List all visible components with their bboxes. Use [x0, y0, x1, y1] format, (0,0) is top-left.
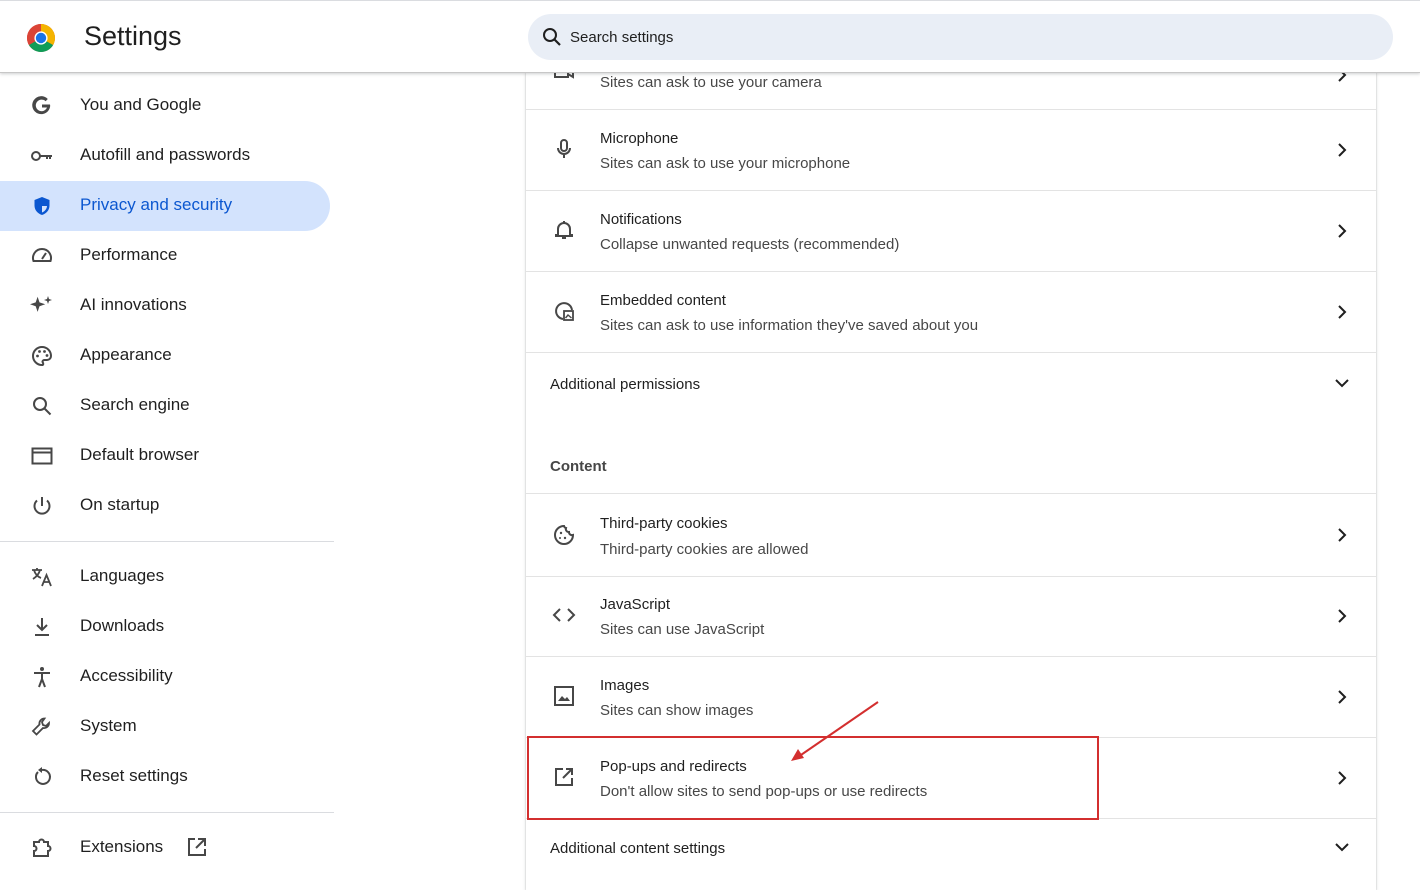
sidebar-item-you-and-google[interactable]: You and Google [0, 81, 330, 131]
external-link-icon [552, 765, 576, 789]
sidebar-item-label: AI innovations [80, 295, 187, 314]
image-icon [552, 684, 576, 708]
javascript-title: JavaScript [600, 596, 671, 613]
sidebar-divider [0, 812, 334, 813]
sidebar-item-privacy[interactable]: Privacy and security [0, 181, 330, 231]
sidebar-item-downloads[interactable]: Downloads [0, 602, 330, 652]
sidebar-item-label: Performance [80, 245, 178, 264]
header: Settings [0, 0, 1420, 73]
additional-permissions-label: Additional permissions [550, 376, 701, 393]
chevron-right-icon [1334, 689, 1350, 705]
sidebar-item-system[interactable]: System [0, 702, 330, 752]
bell-icon [552, 218, 576, 242]
sidebar-item-label: Search engine [80, 395, 190, 414]
wrench-icon [30, 715, 54, 739]
app-title: Settings [84, 21, 182, 51]
chevron-right-icon [1334, 223, 1350, 239]
additional-permissions-row[interactable]: Additional permissions [526, 352, 1376, 416]
chevron-down-icon [1334, 375, 1350, 391]
sidebar-item-label: Languages [80, 566, 165, 585]
sidebar-item-ai-innovations[interactable]: AI innovations [0, 281, 330, 331]
javascript-subtitle: Sites can use JavaScript [600, 621, 765, 638]
sidebar-item-label: On startup [80, 495, 160, 514]
sidebar-item-appearance[interactable]: Appearance [0, 331, 330, 381]
embedded-content-title: Embedded content [600, 292, 726, 309]
sidebar-item-extensions[interactable]: Extensions [0, 823, 330, 873]
embedded-content-subtitle: Sites can ask to use information they've… [600, 317, 979, 334]
power-icon [30, 494, 54, 518]
notifications-row[interactable]: Notifications Collapse unwanted requests… [526, 190, 1376, 272]
microphone-row[interactable]: Microphone Sites can ask to use your mic… [526, 109, 1376, 191]
additional-content-settings-label: Additional content settings [550, 840, 726, 857]
sidebar-item-label: Privacy and security [80, 195, 233, 214]
chevron-right-icon [1334, 608, 1350, 624]
images-title: Images [600, 677, 650, 694]
sidebar-item-label: Reset settings [80, 766, 188, 785]
sidebar-item-label: Appearance [80, 345, 172, 364]
search-icon [542, 27, 562, 47]
chrome-logo-icon [26, 23, 56, 53]
sidebar-item-languages[interactable]: Languages [0, 552, 330, 602]
content-heading: Content [550, 458, 607, 475]
sidebar-item-reset-settings[interactable]: Reset settings [0, 752, 330, 802]
search-input[interactable] [570, 14, 1370, 60]
notifications-title: Notifications [600, 211, 682, 228]
open-in-new-icon [185, 835, 209, 859]
microphone-subtitle: Sites can ask to use your microphone [600, 155, 851, 172]
embedded-content-row[interactable]: Embedded content Sites can ask to use in… [526, 271, 1376, 353]
embedded-content-icon [552, 299, 576, 323]
chevron-right-icon [1334, 527, 1350, 543]
translate-icon [30, 565, 54, 589]
javascript-row[interactable]: JavaScript Sites can use JavaScript [526, 575, 1376, 657]
shield-icon [30, 194, 54, 218]
sidebar-item-search-engine[interactable]: Search engine [0, 381, 330, 431]
code-icon [552, 603, 576, 627]
sidebar-item-label: Downloads [80, 616, 165, 635]
speedometer-icon [30, 244, 54, 268]
sidebar-item-default-browser[interactable]: Default browser [0, 431, 330, 481]
sidebar-item-on-startup[interactable]: On startup [0, 481, 330, 531]
sidebar-item-accessibility[interactable]: Accessibility [0, 652, 330, 702]
google-g-icon [30, 94, 54, 118]
microphone-title: Microphone [600, 130, 679, 147]
cookie-icon [552, 523, 576, 547]
images-subtitle: Sites can show images [600, 702, 754, 719]
sidebar-item-label: System [80, 716, 137, 735]
sidebar-item-label: Extensions [80, 837, 164, 856]
popups-redirects-title: Pop-ups and redirects [600, 758, 747, 775]
popups-redirects-row[interactable]: Pop-ups and redirects Don't allow sites … [526, 737, 1376, 819]
accessibility-icon [30, 665, 54, 689]
key-icon [30, 144, 54, 168]
palette-icon [30, 344, 54, 368]
sidebar-item-label: Accessibility [80, 666, 173, 685]
sidebar: You and Google Autofill and passwords Pr… [0, 72, 334, 890]
microphone-icon [552, 137, 576, 161]
sidebar-item-label: You and Google [80, 95, 202, 114]
popups-redirects-subtitle: Don't allow sites to send pop-ups or use… [600, 783, 928, 800]
search-icon [30, 394, 54, 418]
chevron-down-icon [1334, 839, 1350, 855]
additional-content-settings-row[interactable]: Additional content settings [526, 818, 1376, 882]
site-settings-card: Sites can ask to use your camera Microph… [526, 65, 1376, 890]
images-row[interactable]: Images Sites can show images [526, 656, 1376, 738]
reset-icon [30, 765, 54, 789]
third-party-cookies-title: Third-party cookies [600, 515, 728, 532]
notifications-subtitle: Collapse unwanted requests (recommended) [600, 236, 900, 253]
download-icon [30, 615, 54, 639]
camera-subtitle: Sites can ask to use your camera [600, 74, 822, 91]
browser-window-icon [30, 444, 54, 468]
sidebar-item-performance[interactable]: Performance [0, 231, 330, 281]
chevron-right-icon [1334, 304, 1350, 320]
third-party-cookies-subtitle: Third-party cookies are allowed [600, 541, 809, 558]
sidebar-divider [0, 541, 334, 542]
sidebar-item-label: Default browser [80, 445, 200, 464]
search-box[interactable] [528, 14, 1393, 60]
third-party-cookies-row[interactable]: Third-party cookies Third-party cookies … [526, 493, 1376, 577]
chevron-right-icon [1334, 142, 1350, 158]
chevron-right-icon [1334, 770, 1350, 786]
sidebar-item-autofill[interactable]: Autofill and passwords [0, 131, 330, 181]
puzzle-icon [30, 836, 54, 860]
sparkle-icon [30, 294, 54, 318]
sidebar-item-label: Autofill and passwords [80, 145, 251, 164]
